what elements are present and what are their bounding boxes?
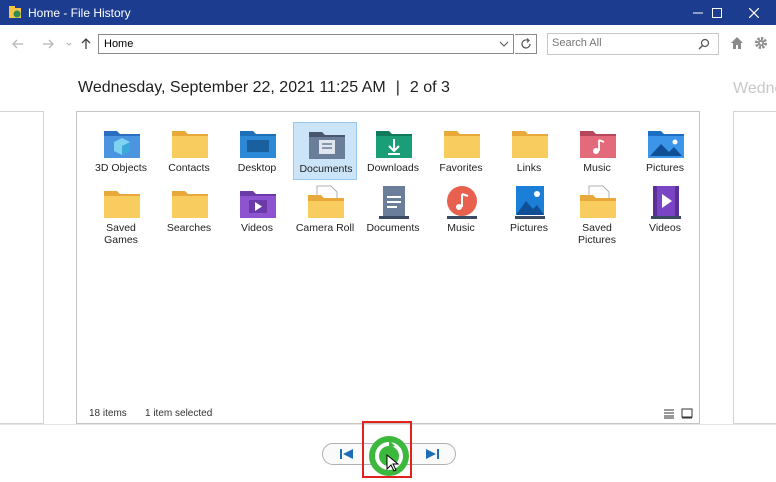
- folder-item[interactable]: Desktop: [225, 122, 289, 180]
- music-folder-icon: [579, 125, 617, 161]
- back-button[interactable]: [8, 34, 28, 54]
- folder-item-label: Videos: [649, 222, 681, 234]
- downloads-folder-icon: [375, 125, 413, 161]
- folder-item-label: Pictures: [646, 162, 684, 174]
- selection-count: 1 item selected: [145, 408, 213, 419]
- back-arrow-icon: [12, 39, 23, 49]
- folder-item-label: 3D Objects: [95, 162, 147, 174]
- close-icon: [749, 7, 759, 18]
- maximize-icon: [712, 7, 722, 18]
- window-title: Home - File History: [28, 6, 131, 20]
- address-bar[interactable]: Home: [98, 34, 514, 54]
- folder-item-label: Documents: [366, 222, 420, 234]
- next-backup-date-peek[interactable]: Wedne: [733, 80, 776, 98]
- folder-item[interactable]: Pictures: [633, 122, 697, 180]
- 3d-objects-folder-icon: [103, 125, 141, 161]
- folder-item-label: Contacts: [168, 162, 210, 174]
- folder-with-document-icon: [307, 185, 345, 221]
- details-view-icon[interactable]: [663, 407, 675, 419]
- documents-folder-icon: [308, 126, 346, 162]
- refresh-button[interactable]: [515, 34, 537, 54]
- next-version-button[interactable]: [423, 446, 441, 462]
- folder-item[interactable]: Saved Pictures: [565, 182, 629, 246]
- folder-item[interactable]: Saved Games: [89, 182, 153, 246]
- folder-item[interactable]: Videos: [633, 182, 697, 240]
- status-bar: 18 items 1 item selected: [89, 408, 212, 419]
- folder-item-label: Camera Roll: [295, 222, 355, 234]
- yellow-folder-icon: [171, 125, 209, 161]
- folder-item-label: Desktop: [237, 162, 277, 174]
- restore-highlight-box: [362, 421, 412, 478]
- folder-item-label: Music: [583, 162, 611, 174]
- previous-version-button[interactable]: [338, 446, 356, 462]
- folder-item-label: Documents: [299, 163, 353, 175]
- folder-item[interactable]: Contacts: [157, 122, 221, 180]
- yellow-folder-icon: [443, 125, 481, 161]
- backup-contents-panel: 3D Objects Contacts Desktop Documents Downlo…: [76, 111, 700, 424]
- home-icon[interactable]: [730, 36, 744, 50]
- forward-button[interactable]: [38, 34, 58, 54]
- folder-item[interactable]: 3D Objects: [89, 122, 153, 180]
- desktop-folder-icon: [239, 125, 277, 161]
- address-text: Home: [104, 38, 134, 50]
- folder-item[interactable]: Searches: [157, 182, 221, 240]
- title-bar: Home - File History: [0, 0, 776, 25]
- videos-folder-icon: [239, 185, 277, 221]
- folder-item-label: Searches: [166, 222, 212, 234]
- folder-item-label: Pictures: [510, 222, 548, 234]
- folder-item[interactable]: Documents: [361, 182, 425, 240]
- folder-item[interactable]: Downloads: [361, 122, 425, 180]
- folder-item-label: Saved Pictures: [578, 222, 616, 246]
- search-box[interactable]: [547, 33, 719, 55]
- forward-arrow-icon: [43, 39, 54, 49]
- folder-item[interactable]: Videos: [225, 182, 289, 240]
- up-arrow-icon: [81, 38, 91, 49]
- up-button[interactable]: [76, 34, 96, 54]
- previous-backup-panel[interactable]: [0, 111, 44, 424]
- folder-with-document-icon: [579, 185, 617, 221]
- gear-icon[interactable]: [754, 36, 768, 50]
- yellow-folder-icon: [171, 185, 209, 221]
- next-backup-panel[interactable]: [733, 111, 776, 424]
- music-library-icon: [443, 185, 481, 221]
- search-input[interactable]: [552, 37, 692, 49]
- chevron-down-icon[interactable]: [499, 39, 509, 49]
- folder-item[interactable]: Pictures: [497, 182, 561, 240]
- chevron-down-icon: [66, 42, 72, 46]
- folder-item[interactable]: Camera Roll: [293, 182, 357, 240]
- backup-position: 2 of 3: [409, 79, 450, 96]
- documents-library-icon: [375, 185, 413, 221]
- folder-item-label: Saved Games: [104, 222, 138, 246]
- item-count: 18 items: [89, 408, 127, 419]
- backup-date: Wednesday, September 22, 2021 11:25 AM: [78, 79, 386, 96]
- header-separator: |: [395, 79, 400, 96]
- folder-item[interactable]: Favorites: [429, 122, 493, 180]
- search-icon[interactable]: [698, 38, 710, 50]
- yellow-folder-icon: [511, 125, 549, 161]
- folder-item-label: Links: [516, 162, 542, 174]
- refresh-icon: [520, 38, 531, 49]
- folder-item[interactable]: Documents: [293, 122, 357, 180]
- folder-item[interactable]: Music: [429, 182, 493, 240]
- maximize-button[interactable]: [698, 0, 736, 25]
- folder-item[interactable]: Links: [497, 122, 561, 180]
- close-button[interactable]: [735, 0, 773, 25]
- pictures-folder-icon: [647, 125, 685, 161]
- backup-date-header: Wednesday, September 22, 2021 11:25 AM | 2…: [78, 79, 450, 97]
- folder-item[interactable]: Music: [565, 122, 629, 180]
- folder-item-label: Downloads: [367, 162, 419, 174]
- yellow-folder-icon: [103, 185, 141, 221]
- recent-locations-button[interactable]: [64, 34, 74, 54]
- folder-item-label: Videos: [241, 222, 273, 234]
- large-icons-view-icon[interactable]: [681, 407, 693, 419]
- videos-library-icon: [647, 185, 685, 221]
- folder-item-label: Music: [447, 222, 475, 234]
- folder-item-label: Favorites: [439, 162, 483, 174]
- pictures-library-icon: [511, 185, 549, 221]
- file-history-icon: [9, 6, 21, 18]
